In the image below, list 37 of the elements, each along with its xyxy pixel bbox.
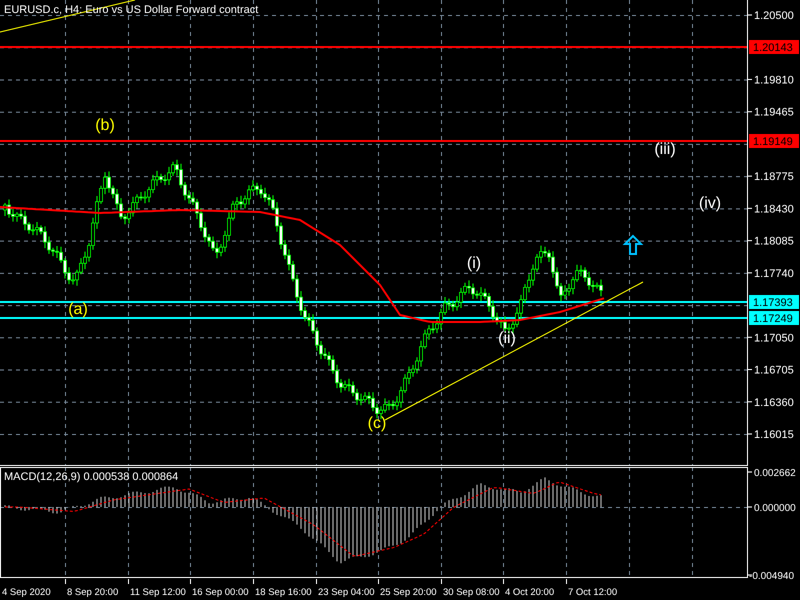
time-tick-label: 25 Sep 20:00 — [380, 587, 437, 598]
time-tick-label: 23 Sep 04:00 — [318, 587, 375, 598]
time-tick-label: 30 Sep 08:00 — [443, 587, 500, 598]
time-tick-label: 4 Sep 2020 — [2, 587, 51, 598]
wave-label: (a) — [68, 301, 88, 318]
time-tick-label: 11 Sep 12:00 — [130, 587, 186, 598]
wave-label: (i) — [466, 255, 482, 272]
time-tick-label: 7 Oct 12:00 — [568, 587, 618, 598]
price-tick-label: 1.16360 — [754, 396, 794, 409]
price-tick-label: 1.20500 — [754, 10, 794, 22]
price-tag: 1.19149 — [749, 134, 799, 148]
wave-label: (iii) — [654, 141, 676, 158]
price-tick-label: 1.17740 — [754, 268, 794, 280]
time-tick-label: 4 Oct 20:00 — [505, 587, 554, 598]
wave-label: (b) — [95, 117, 115, 134]
indicator-label: MACD(12,26,9) 0.000538 0.000864 — [4, 471, 178, 483]
price-tick-label: 1.16705 — [754, 364, 794, 377]
time-tick-label: 18 Sep 16:00 — [255, 587, 312, 598]
price-tick-label: 1.18085 — [754, 236, 794, 248]
price-tick-label: 1.19810 — [754, 74, 794, 86]
price-tick-label: 1.19465 — [754, 106, 794, 119]
price-tag: 1.20143 — [749, 40, 799, 54]
indicator-tick-label: 0.002662 — [754, 468, 796, 479]
price-tick-label: 1.18430 — [754, 203, 794, 216]
price-tag: 1.17249 — [749, 311, 799, 325]
time-tick-label: 16 Sep 00:00 — [192, 587, 249, 598]
price-tick-label: 1.18775 — [754, 171, 794, 184]
wave-label: (iv) — [698, 195, 722, 212]
price-tag: 1.17393 — [749, 295, 799, 309]
indicator-tick-label: 0.000000 — [754, 503, 796, 514]
price-tick-label: 1.17050 — [754, 332, 794, 344]
time-tick-label: 8 Sep 20:00 — [67, 587, 118, 598]
wave-label: (ii) — [498, 330, 516, 347]
up-arrow-icon — [622, 234, 644, 255]
indicator-tick-label: -0.004940 — [749, 571, 794, 579]
wave-label: (c) — [368, 415, 386, 432]
price-tick-label: 1.16015 — [754, 429, 794, 441]
